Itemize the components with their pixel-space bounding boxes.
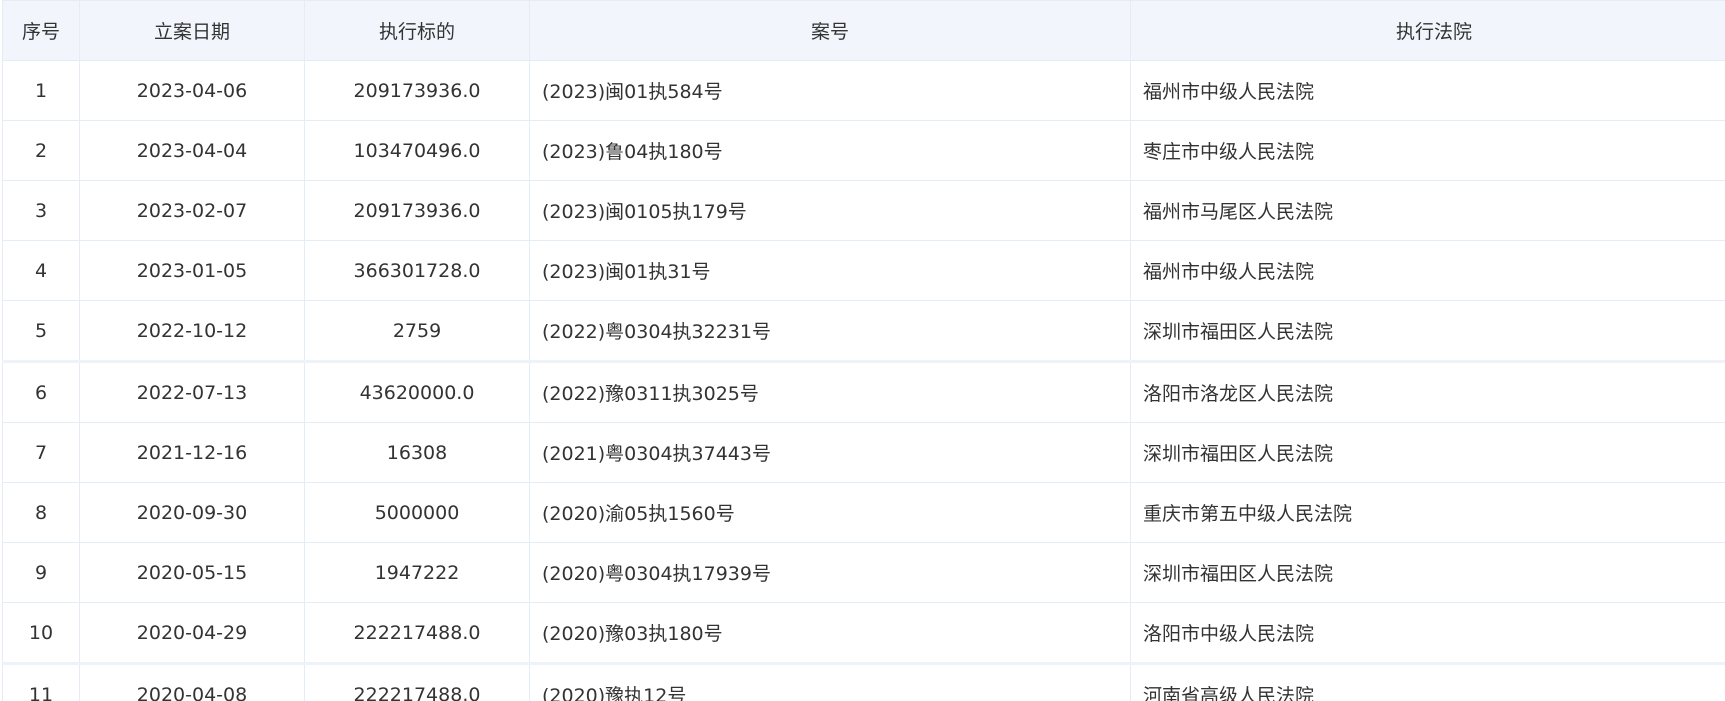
cell-seq: 2 — [2, 120, 80, 181]
cell-seq: 8 — [2, 482, 80, 543]
cell-amount: 2759 — [304, 300, 530, 362]
cell-amount: 366301728.0 — [304, 240, 530, 301]
header-date: 立案日期 — [79, 0, 305, 61]
cell-seq: 9 — [2, 542, 80, 603]
table-row: 3 2023-02-07 209173936.0 (2023)闽0105执179号 福州… — [2, 180, 1725, 241]
cell-case: (2020)豫03执180号 — [529, 602, 1131, 664]
cell-case: (2023)鲁04执180号 — [529, 120, 1131, 181]
cell-seq: 6 — [2, 360, 80, 423]
cell-amount: 43620000.0 — [304, 360, 530, 423]
cell-court: 福州市马尾区人民法院 — [1130, 180, 1725, 241]
cell-seq: 11 — [2, 662, 80, 701]
cell-amount: 103470496.0 — [304, 120, 530, 181]
header-case: 案号 — [529, 0, 1131, 61]
table-row: 2 2023-04-04 103470496.0 (2023)鲁04执180号 枣庄市中… — [2, 120, 1725, 181]
cell-court: 重庆市第五中级人民法院 — [1130, 482, 1725, 543]
cell-court: 福州市中级人民法院 — [1130, 60, 1725, 121]
enforcement-records-table-container: 序号 立案日期 执行标的 案号 执行法院 1 2023-04-06 20917393… — [0, 0, 1725, 701]
cell-seq: 10 — [2, 602, 80, 664]
cell-court: 深圳市福田区人民法院 — [1130, 542, 1725, 603]
cell-amount: 16308 — [304, 422, 530, 483]
table-row: 4 2023-01-05 366301728.0 (2023)闽01执31号 福州市中级… — [2, 240, 1725, 301]
cell-amount: 5000000 — [304, 482, 530, 543]
table-row: 5 2022-10-12 2759 (2022)粤0304执32231号 深圳市福田区人… — [2, 300, 1725, 362]
cell-amount: 1947222 — [304, 542, 530, 603]
cell-amount: 209173936.0 — [304, 60, 530, 121]
cell-date: 2020-05-15 — [79, 542, 305, 603]
cell-seq: 3 — [2, 180, 80, 241]
cell-seq: 5 — [2, 300, 80, 362]
cell-date: 2023-02-07 — [79, 180, 305, 241]
table-row: 10 2020-04-29 222217488.0 (2020)豫03执180号 洛阳市… — [2, 602, 1725, 664]
cell-date: 2021-12-16 — [79, 422, 305, 483]
cell-amount: 222217488.0 — [304, 602, 530, 664]
cell-date: 2023-04-04 — [79, 120, 305, 181]
cell-court: 深圳市福田区人民法院 — [1130, 422, 1725, 483]
cell-date: 2022-10-12 — [79, 300, 305, 362]
cell-case: (2021)粤0304执37443号 — [529, 422, 1131, 483]
cell-court: 深圳市福田区人民法院 — [1130, 300, 1725, 362]
cell-court: 福州市中级人民法院 — [1130, 240, 1725, 301]
cell-date: 2020-04-29 — [79, 602, 305, 664]
cell-amount: 222217488.0 — [304, 662, 530, 701]
cell-case: (2023)闽01执31号 — [529, 240, 1131, 301]
cell-court: 洛阳市洛龙区人民法院 — [1130, 360, 1725, 423]
cell-date: 2020-09-30 — [79, 482, 305, 543]
cell-date: 2023-01-05 — [79, 240, 305, 301]
cell-case: (2022)粤0304执32231号 — [529, 300, 1131, 362]
cell-amount: 209173936.0 — [304, 180, 530, 241]
cell-date: 2023-04-06 — [79, 60, 305, 121]
cell-case: (2020)渝05执1560号 — [529, 482, 1131, 543]
cell-court: 洛阳市中级人民法院 — [1130, 602, 1725, 664]
header-amount: 执行标的 — [304, 0, 530, 61]
cell-seq: 1 — [2, 60, 80, 121]
table-row: 7 2021-12-16 16308 (2021)粤0304执37443号 深圳市福田区… — [2, 422, 1725, 483]
cell-date: 2020-04-08 — [79, 662, 305, 701]
cell-case: (2023)闽01执584号 — [529, 60, 1131, 121]
header-seq: 序号 — [2, 0, 80, 61]
enforcement-records-table: 序号 立案日期 执行标的 案号 执行法院 1 2023-04-06 20917393… — [2, 0, 1725, 701]
table-body: 1 2023-04-06 209173936.0 (2023)闽01执584号 福州市中… — [2, 60, 1725, 701]
cell-case: (2023)闽0105执179号 — [529, 180, 1131, 241]
table-row: 1 2023-04-06 209173936.0 (2023)闽01执584号 福州市中… — [2, 60, 1725, 121]
cell-court: 河南省高级人民法院 — [1130, 662, 1725, 701]
table-row: 9 2020-05-15 1947222 (2020)粤0304执17939号 深圳市福… — [2, 542, 1725, 603]
cell-date: 2022-07-13 — [79, 360, 305, 423]
cell-court: 枣庄市中级人民法院 — [1130, 120, 1725, 181]
cell-case: (2022)豫0311执3025号 — [529, 360, 1131, 423]
table-row: 6 2022-07-13 43620000.0 (2022)豫0311执3025号 洛阳… — [2, 360, 1725, 423]
table-row: 8 2020-09-30 5000000 (2020)渝05执1560号 重庆市第五中级… — [2, 482, 1725, 543]
cell-case: (2020)粤0304执17939号 — [529, 542, 1131, 603]
cell-seq: 7 — [2, 422, 80, 483]
table-header-row: 序号 立案日期 执行标的 案号 执行法院 — [2, 0, 1725, 61]
table-row: 11 2020-04-08 222217488.0 (2020)豫执12号 河南省高级人… — [2, 662, 1725, 701]
header-court: 执行法院 — [1130, 0, 1725, 61]
cell-case: (2020)豫执12号 — [529, 662, 1131, 701]
cell-seq: 4 — [2, 240, 80, 301]
